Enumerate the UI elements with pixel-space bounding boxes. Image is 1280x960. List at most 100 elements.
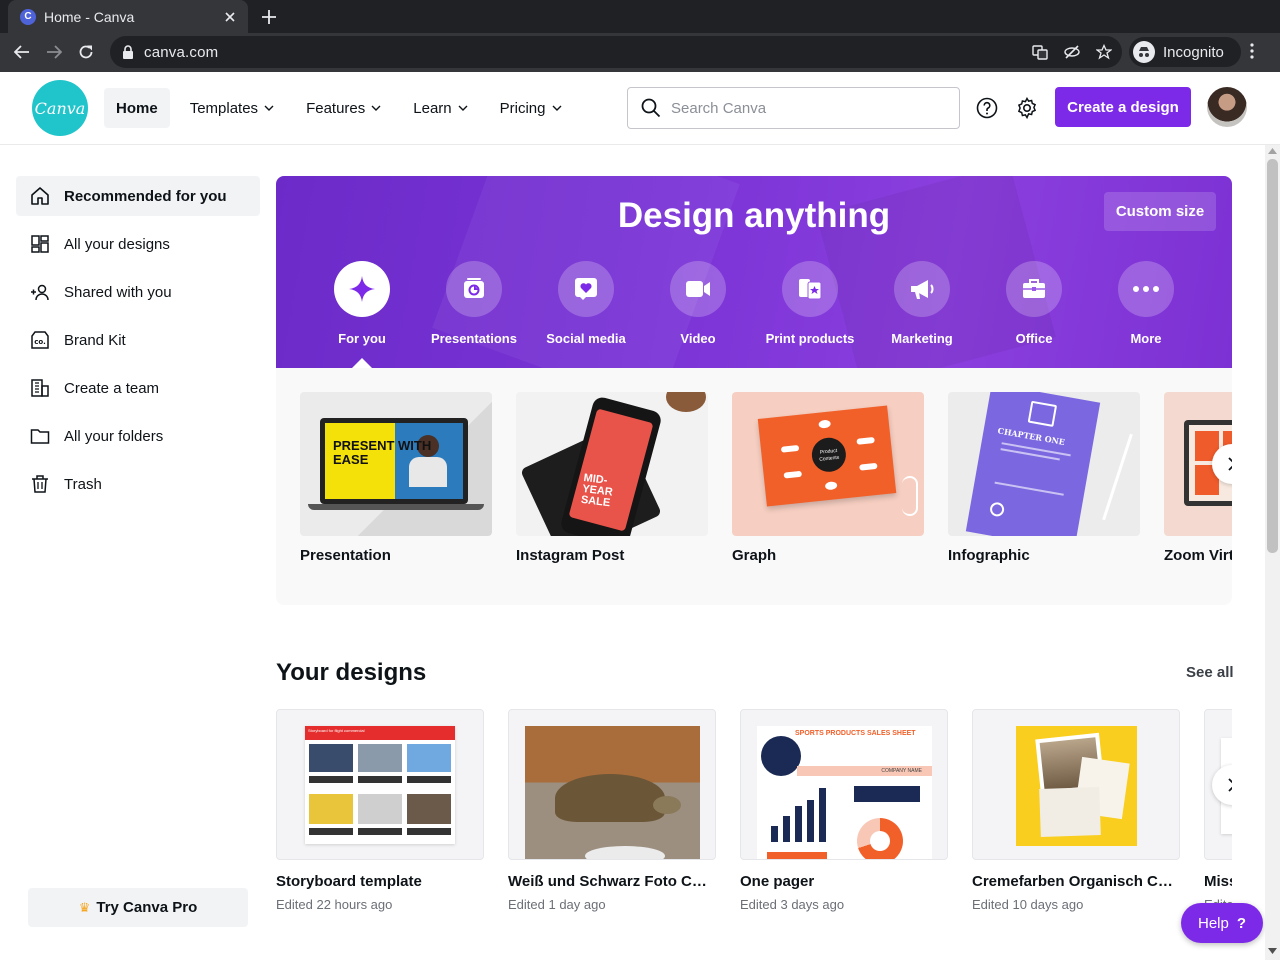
nav-home-label: Home — [116, 99, 158, 117]
sidebar-item-label: All your designs — [64, 235, 170, 253]
design-edited-time: Edited 22 hours ago — [276, 897, 393, 912]
help-circle-icon[interactable] — [976, 97, 998, 119]
category-office[interactable]: Office — [978, 261, 1090, 346]
design-card-one-pager[interactable]: SPORTS PRODUCTS SALES SHEET COMPANY NAME… — [740, 709, 948, 912]
forward-icon[interactable] — [38, 36, 70, 68]
template-name: Infographic — [948, 547, 1030, 564]
template-card-infographic[interactable]: CHAPTER ONE Infographic — [948, 392, 1140, 564]
people-icon — [31, 284, 49, 301]
close-tab-icon[interactable] — [222, 9, 238, 25]
category-social-media[interactable]: Social media — [530, 261, 642, 346]
category-label: Presentations — [431, 331, 517, 346]
sidebar-item-all-designs[interactable]: All your designs — [16, 224, 260, 264]
nav-pricing-label: Pricing — [499, 99, 546, 117]
browser-tab[interactable]: C Home - Canva — [8, 0, 248, 33]
design-edited-time: Edited 1 day ago — [508, 897, 606, 912]
category-label: Office — [1015, 331, 1053, 346]
design-edited-time: Edited 10 days ago — [972, 897, 1084, 912]
help-button[interactable]: Help ? — [1181, 903, 1263, 943]
sidebar-item-folders[interactable]: All your folders — [16, 416, 260, 456]
sidebar-item-shared[interactable]: Shared with you — [16, 272, 260, 312]
url-text: canva.com — [144, 43, 219, 61]
nav-templates[interactable]: Templates — [178, 88, 286, 128]
sidebar-item-create-team[interactable]: Create a team — [16, 368, 260, 408]
template-thumb-text: MID-YEAR SALE — [580, 471, 614, 510]
sidebar: Recommended for you All your designs Sha… — [0, 145, 276, 960]
scroll-up-icon[interactable] — [1268, 148, 1277, 154]
template-card-presentation[interactable]: PRESENT WITH EASE Presentation — [300, 392, 492, 564]
see-all-link[interactable]: See all — [1186, 664, 1234, 681]
sidebar-item-label: Create a team — [64, 379, 160, 397]
design-thumbnail: Storyboard for flight commercial — [276, 709, 484, 860]
translate-icon[interactable] — [1032, 44, 1048, 60]
design-thumbnail — [972, 709, 1180, 860]
sidebar-item-trash[interactable]: Trash — [16, 464, 260, 504]
sidebar-item-recommended[interactable]: Recommended for you — [16, 176, 260, 216]
template-card-graph[interactable]: Product Contents Graph — [732, 392, 924, 564]
category-marketing[interactable]: Marketing — [866, 261, 978, 346]
try-pro-label: Try Canva Pro — [96, 899, 198, 916]
chevron-right-icon — [1228, 457, 1232, 471]
category-label: More — [1130, 331, 1162, 346]
browser-menu-icon[interactable] — [1250, 43, 1254, 59]
category-print-products[interactable]: Print products — [754, 261, 866, 346]
custom-size-button[interactable]: Custom size — [1104, 192, 1216, 231]
reload-icon[interactable] — [70, 36, 102, 68]
template-thumb-text: PRESENT WITH EASE — [333, 438, 432, 467]
nav-home[interactable]: Home — [104, 88, 170, 128]
canva-logo[interactable]: Canva — [32, 80, 88, 136]
eye-off-icon[interactable] — [1064, 44, 1080, 60]
url-bar[interactable]: canva.com — [110, 36, 1122, 68]
page-scrollbar[interactable] — [1265, 145, 1280, 960]
search-input[interactable] — [671, 99, 941, 117]
nav-learn-label: Learn — [413, 99, 452, 117]
category-more[interactable]: More — [1090, 261, 1202, 346]
design-name: One pager — [740, 873, 815, 890]
nav-pricing[interactable]: Pricing — [488, 88, 574, 128]
category-video[interactable]: Video — [642, 261, 754, 346]
category-presentations[interactable]: Presentations — [418, 261, 530, 346]
grid-icon — [31, 235, 49, 253]
scroll-down-icon[interactable] — [1268, 948, 1277, 954]
category-label: Social media — [546, 331, 626, 346]
template-carousel: PRESENT WITH EASE Presentation MID-YEAR … — [276, 368, 1232, 605]
scrollbar-thumb[interactable] — [1267, 159, 1278, 553]
main-nav: Home Templates Features Learn Pricing — [104, 88, 582, 128]
sidebar-item-brand-kit[interactable]: co. Brand Kit — [16, 320, 260, 360]
create-design-button[interactable]: Create a design — [1055, 87, 1191, 127]
template-thumbnail: PRESENT WITH EASE — [300, 392, 492, 536]
chevron-down-icon — [552, 105, 561, 111]
question-mark-icon: ? — [1236, 914, 1247, 932]
banner-title: Design anything — [617, 196, 891, 235]
sidebar-item-label: Brand Kit — [64, 331, 126, 349]
category-label: Marketing — [891, 331, 953, 346]
tab-title: Home - Canva — [44, 8, 135, 25]
incognito-badge[interactable]: Incognito — [1129, 37, 1241, 67]
template-thumbnail: CHAPTER ONE — [948, 392, 1140, 536]
design-name: Miss — [1204, 873, 1232, 890]
search-icon — [641, 98, 661, 118]
template-thumbnail: MID-YEAR SALE — [516, 392, 708, 536]
back-icon[interactable] — [6, 36, 38, 68]
category-for-you[interactable]: For you — [306, 261, 418, 346]
new-tab-icon[interactable] — [260, 8, 278, 26]
settings-gear-icon[interactable] — [1016, 97, 1038, 119]
design-thumb-sub: COMPANY NAME — [797, 766, 932, 776]
your-designs-heading: Your designs — [276, 659, 427, 686]
browser-tab-strip: C Home - Canva — [0, 0, 1280, 33]
template-card-instagram-post[interactable]: MID-YEAR SALE Instagram Post — [516, 392, 708, 564]
lock-icon — [123, 45, 133, 59]
design-name: Weiß und Schwarz Foto Colla... — [508, 873, 716, 890]
design-card-partial[interactable]: Miss Edite — [1204, 709, 1232, 912]
design-name: Storyboard template — [276, 873, 422, 890]
nav-features[interactable]: Features — [294, 88, 393, 128]
try-canva-pro-button[interactable]: ♛ Try Canva Pro — [28, 888, 248, 927]
design-card-photo-collage[interactable]: Weiß und Schwarz Foto Colla... Edited 1 … — [508, 709, 716, 912]
design-card-storyboard[interactable]: Storyboard for flight commercial Storybo… — [276, 709, 484, 912]
sparkle-icon — [349, 276, 375, 302]
selected-category-caret — [352, 358, 372, 368]
nav-learn[interactable]: Learn — [401, 88, 479, 128]
design-card-cremefarben-collage[interactable]: Cremefarben Organisch Coll... Edited 10 … — [972, 709, 1180, 912]
bookmark-star-icon[interactable] — [1096, 44, 1112, 60]
avatar[interactable] — [1207, 87, 1247, 127]
